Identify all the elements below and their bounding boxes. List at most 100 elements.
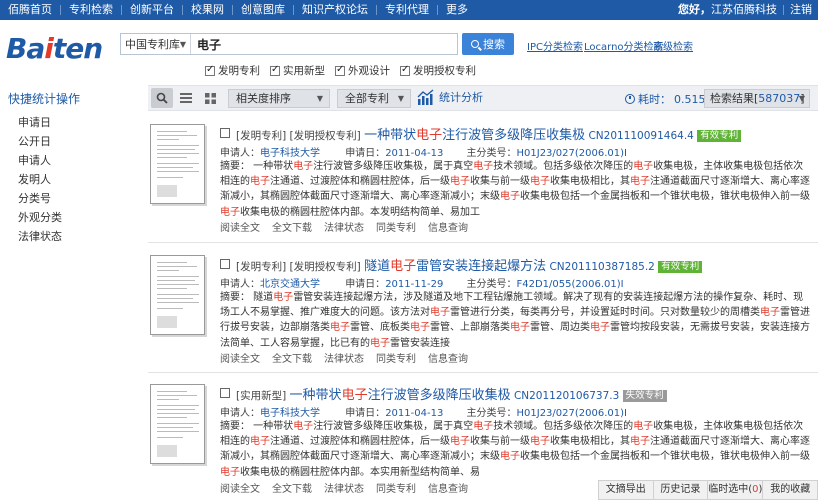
- history-button[interactable]: 历史记录: [654, 480, 709, 500]
- sidebar-item-applicant[interactable]: 申请人: [0, 151, 100, 170]
- type-invention[interactable]: 发明专利: [205, 63, 260, 78]
- baiten-logo[interactable]: Baiten: [6, 32, 114, 72]
- statistics-analysis-button[interactable]: 统计分析: [417, 89, 483, 105]
- nav-creative-gallery[interactable]: 创意图库: [233, 0, 293, 20]
- database-select[interactable]: 中国专利库 ▼: [121, 34, 191, 54]
- keyword-highlight: 电子: [500, 451, 520, 463]
- record-checkbox[interactable]: [220, 388, 230, 398]
- record-title-link[interactable]: 一种带状电子注行波管多级降压收集极: [290, 388, 511, 403]
- view-thumbnail-button[interactable]: [151, 88, 173, 108]
- abstract-text: 雷管、底板类: [350, 322, 410, 334]
- export-abstract-button[interactable]: 文摘导出: [599, 480, 654, 500]
- record-type: [发明专利] [发明授权专利]: [236, 261, 361, 273]
- download-fulltext-link[interactable]: 全文下载: [272, 219, 312, 234]
- legal-status-link[interactable]: 法律状态: [324, 350, 364, 365]
- locarno-search-link[interactable]: Locarno分类检索: [584, 38, 664, 53]
- favorites-button[interactable]: 我的收藏: [763, 480, 817, 500]
- checkbox-invention[interactable]: [205, 64, 215, 76]
- sidebar-title: 快捷统计操作: [8, 92, 81, 106]
- sidebar-item-publication-date[interactable]: 公开日: [0, 132, 100, 151]
- sidebar-item-legal-status[interactable]: 法律状态: [0, 227, 100, 246]
- ipc-search-link[interactable]: IPC分类检索: [527, 38, 583, 53]
- record-checkbox[interactable]: [220, 128, 230, 138]
- chevron-down-icon: ▼: [316, 94, 323, 103]
- read-fulltext-link[interactable]: 阅读全文: [220, 350, 260, 365]
- applicant-link[interactable]: 电子科技大学: [260, 408, 320, 419]
- type-granted-invention[interactable]: 发明授权专利: [400, 63, 476, 78]
- magnifier-icon: [156, 92, 168, 104]
- abstract-text: 收集电极相比，其: [550, 436, 630, 448]
- info-query-link[interactable]: 信息查询: [428, 219, 468, 234]
- user-name-link[interactable]: 江苏佰腾科技: [711, 0, 783, 20]
- record-abstract: 摘要： 隧道电子雷管安装连接起爆方法，涉及隧道及地下工程钻爆施工领域。解决了现有…: [220, 290, 810, 351]
- info-query-link[interactable]: 信息查询: [428, 480, 468, 495]
- record-checkbox[interactable]: [220, 259, 230, 269]
- record-title-link[interactable]: 一种带状电子注行波管多级降压收集极: [364, 128, 585, 143]
- status-badge: 有效专利: [658, 261, 703, 273]
- keyword-highlight: 电子: [530, 176, 550, 188]
- nav-more[interactable]: 更多: [438, 0, 476, 20]
- legal-status-link[interactable]: 法律状态: [324, 480, 364, 495]
- abstract-text: 雷管、上部崩落类: [430, 322, 510, 334]
- sidebar-item-classification[interactable]: 分类号: [0, 189, 100, 208]
- type-design[interactable]: 外观设计: [335, 63, 390, 78]
- download-fulltext-link[interactable]: 全文下载: [272, 480, 312, 495]
- temp-selection-button[interactable]: 临时选中(0): [708, 480, 764, 500]
- read-fulltext-link[interactable]: 阅读全文: [220, 480, 260, 495]
- status-badge: 失效专利: [622, 390, 667, 402]
- ipc-link[interactable]: F42D1/055(2006.01)I: [517, 279, 624, 290]
- search-button[interactable]: 搜索: [462, 33, 514, 55]
- read-fulltext-link[interactable]: 阅读全文: [220, 219, 260, 234]
- nav-home[interactable]: 佰腾首页: [0, 0, 60, 20]
- view-grid-button[interactable]: [199, 88, 221, 108]
- search-input[interactable]: [191, 34, 457, 54]
- logout-link[interactable]: 注销: [784, 0, 818, 20]
- type-label: 发明授权专利: [413, 65, 476, 77]
- ipc-link[interactable]: H01J23/027(2006.01)I: [517, 148, 627, 159]
- abstract-text: 技术领域。包括多级依次降压的: [493, 421, 634, 432]
- patent-filter-select[interactable]: 全部专利 ▼: [337, 89, 411, 108]
- keyword-highlight: 电子: [330, 322, 350, 334]
- legal-status-link[interactable]: 法律状态: [324, 219, 364, 234]
- advanced-search-link[interactable]: 高级检索: [653, 38, 693, 53]
- similar-patents-link[interactable]: 同类专利: [376, 350, 416, 365]
- record-actions: 阅读全文 全文下载 法律状态 同类专利 信息查询: [220, 480, 468, 495]
- applicant-label: 申请人：: [220, 148, 260, 159]
- results-label: 检索结果[: [710, 92, 759, 105]
- record-divider: [148, 372, 818, 373]
- applicant-link[interactable]: 电子科技大学: [260, 148, 320, 159]
- record-meta: 申请人：电子科技大学 申请日：2011-04-13 主分类号：H01J23/02…: [220, 404, 627, 419]
- sidebar-item-design-class[interactable]: 外观分类: [0, 208, 100, 227]
- nav-ip-forum[interactable]: 知识产权论坛: [294, 0, 376, 20]
- sort-select[interactable]: 相关度排序 ▼: [228, 89, 330, 108]
- patent-thumbnail[interactable]: [150, 124, 205, 204]
- sidebar-item-inventor[interactable]: 发明人: [0, 170, 100, 189]
- sort-select-value: 相关度排序: [236, 92, 291, 105]
- similar-patents-link[interactable]: 同类专利: [376, 480, 416, 495]
- patent-thumbnail[interactable]: [150, 255, 205, 335]
- applicant-label: 申请人：: [220, 279, 260, 290]
- checkbox-design[interactable]: [335, 64, 345, 76]
- ipc-label: 主分类号：: [466, 408, 517, 419]
- patent-filter-value: 全部专利: [345, 92, 389, 105]
- abstract-text: 摘要： 隧道: [220, 292, 274, 303]
- info-query-link[interactable]: 信息查询: [428, 350, 468, 365]
- applicant-link[interactable]: 北京交通大学: [260, 279, 320, 290]
- keyword-highlight: 电子: [410, 322, 430, 334]
- view-list-button[interactable]: [175, 88, 197, 108]
- download-fulltext-link[interactable]: 全文下载: [272, 350, 312, 365]
- type-utility-model[interactable]: 实用新型: [270, 63, 325, 78]
- record-actions: 阅读全文 全文下载 法律状态 同类专利 信息查询: [220, 219, 468, 234]
- nav-patent-search[interactable]: 专利检索: [61, 0, 121, 20]
- nav-patent-agency[interactable]: 专利代理: [377, 0, 437, 20]
- record-title-link[interactable]: 隧道电子雷管安装连接起爆方法: [364, 259, 546, 274]
- patent-thumbnail[interactable]: [150, 384, 205, 464]
- sidebar-item-application-date[interactable]: 申请日: [0, 113, 100, 132]
- keyword-highlight: 电子: [633, 421, 654, 432]
- checkbox-utility-model[interactable]: [270, 64, 280, 76]
- checkbox-granted-invention[interactable]: [400, 64, 410, 76]
- similar-patents-link[interactable]: 同类专利: [376, 219, 416, 234]
- ipc-link[interactable]: H01J23/027(2006.01)I: [517, 408, 627, 419]
- nav-innovation-platform[interactable]: 创新平台: [122, 0, 182, 20]
- nav-xiaoguo[interactable]: 校果网: [183, 0, 232, 20]
